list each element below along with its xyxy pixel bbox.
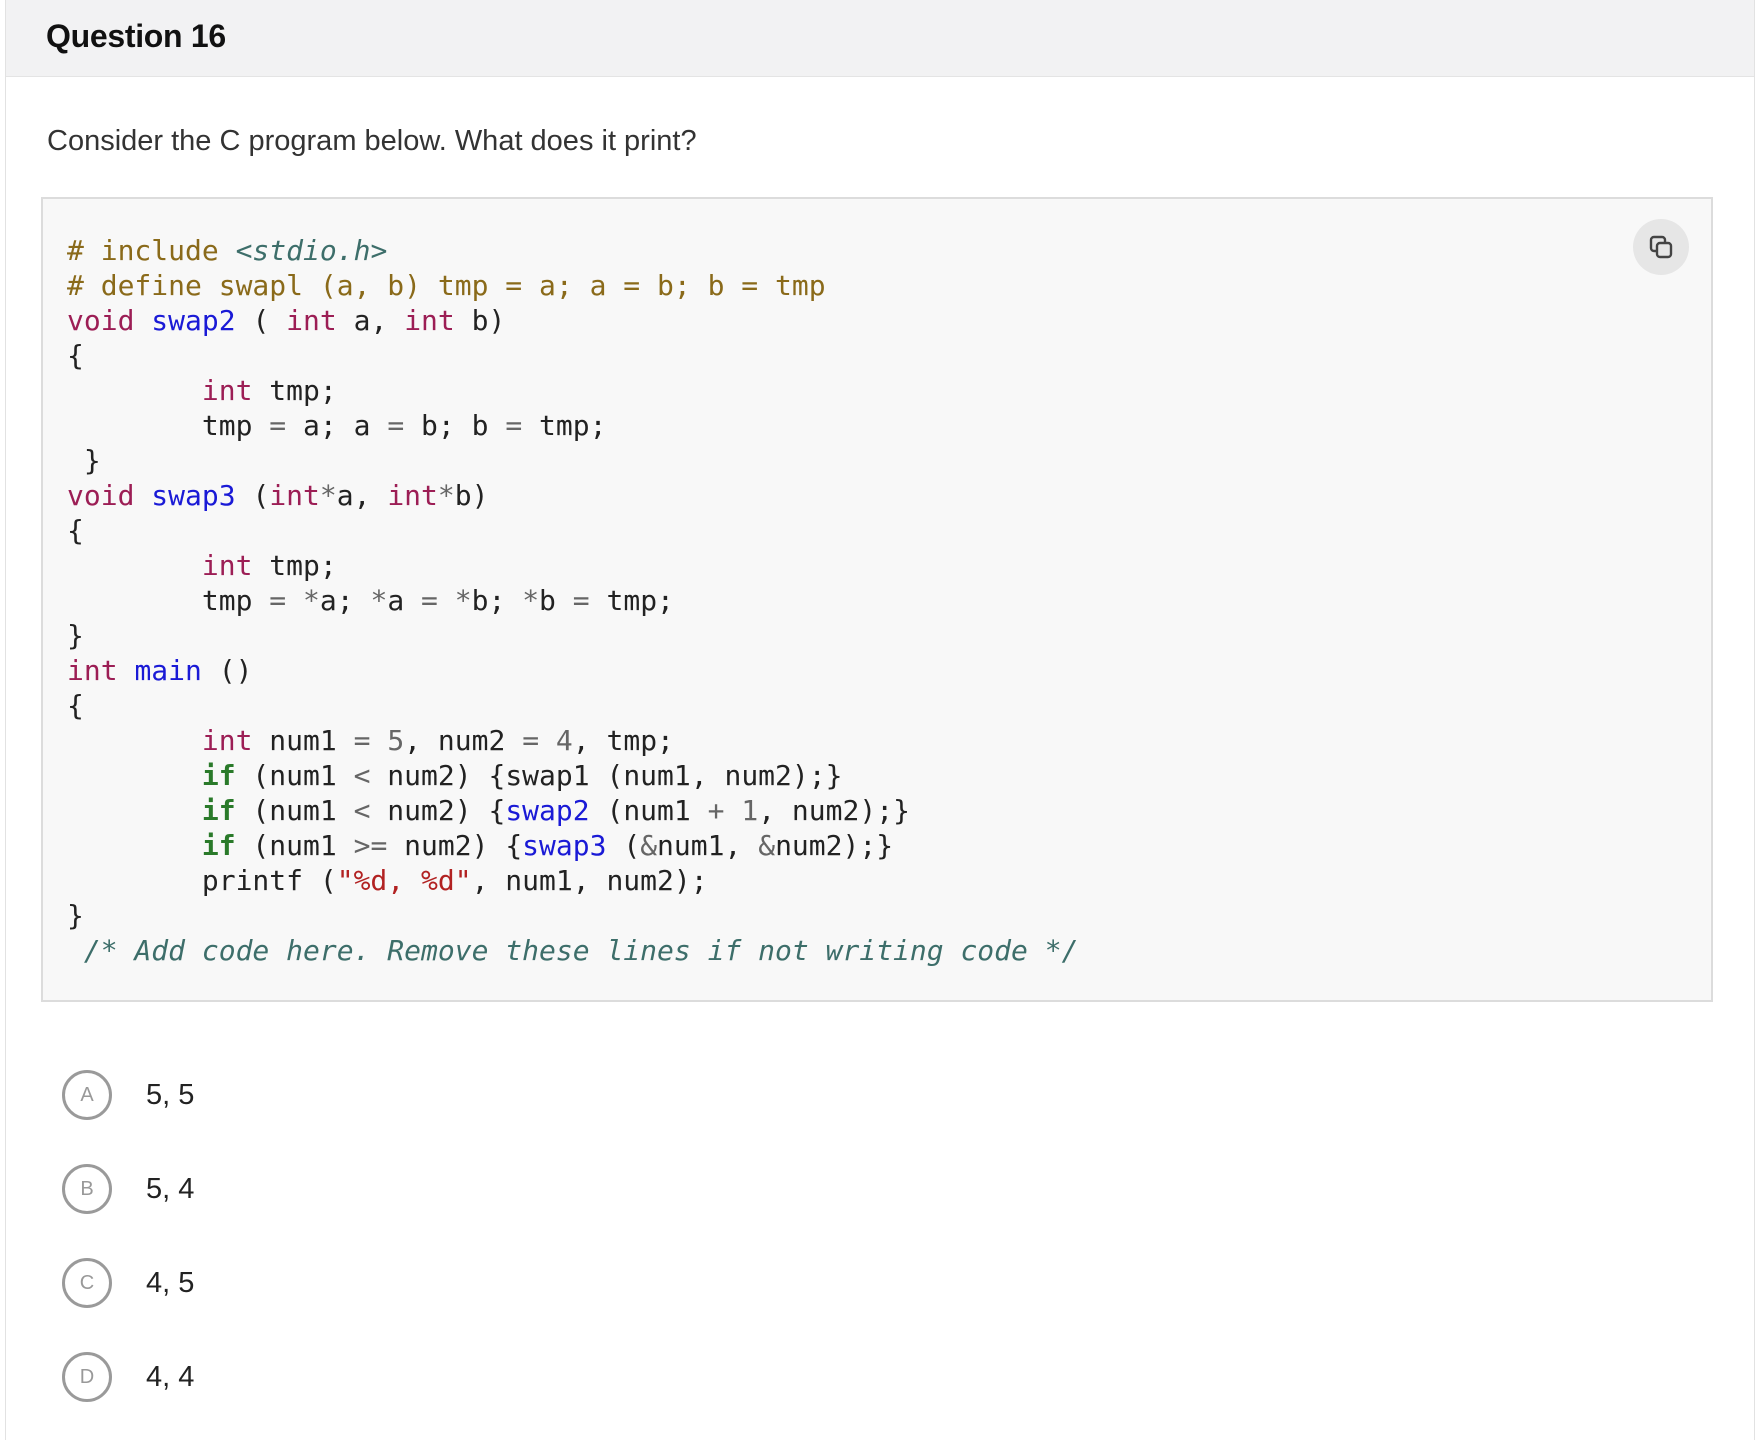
option-b[interactable]: B 5, 4	[62, 1142, 194, 1236]
option-text-c: 4, 5	[146, 1266, 195, 1299]
option-d[interactable]: D 4, 4	[62, 1330, 194, 1424]
code-content: # include <stdio.h> # define swapl (a, b…	[67, 234, 1079, 967]
option-letter-b[interactable]: B	[62, 1164, 112, 1214]
option-letter-a[interactable]: A	[62, 1070, 112, 1120]
option-a[interactable]: A 5, 5	[62, 1048, 194, 1142]
copy-icon	[1649, 235, 1673, 259]
option-letter-c[interactable]: C	[62, 1258, 112, 1308]
question-prompt: Consider the C program below. What does …	[47, 125, 697, 157]
option-c[interactable]: C 4, 5	[62, 1236, 194, 1330]
code-block: # include <stdio.h> # define swapl (a, b…	[41, 197, 1713, 1002]
question-header: Question 16	[6, 0, 1754, 77]
option-text-d: 4, 4	[146, 1360, 195, 1393]
option-text-b: 5, 4	[146, 1172, 195, 1205]
option-letter-d[interactable]: D	[62, 1352, 112, 1402]
option-text-a: 5, 5	[146, 1078, 195, 1111]
copy-code-button[interactable]	[1633, 219, 1689, 275]
answer-options: A 5, 5 B 5, 4 C 4, 5 D 4, 4	[62, 1048, 194, 1424]
question-title: Question 16	[46, 18, 226, 54]
